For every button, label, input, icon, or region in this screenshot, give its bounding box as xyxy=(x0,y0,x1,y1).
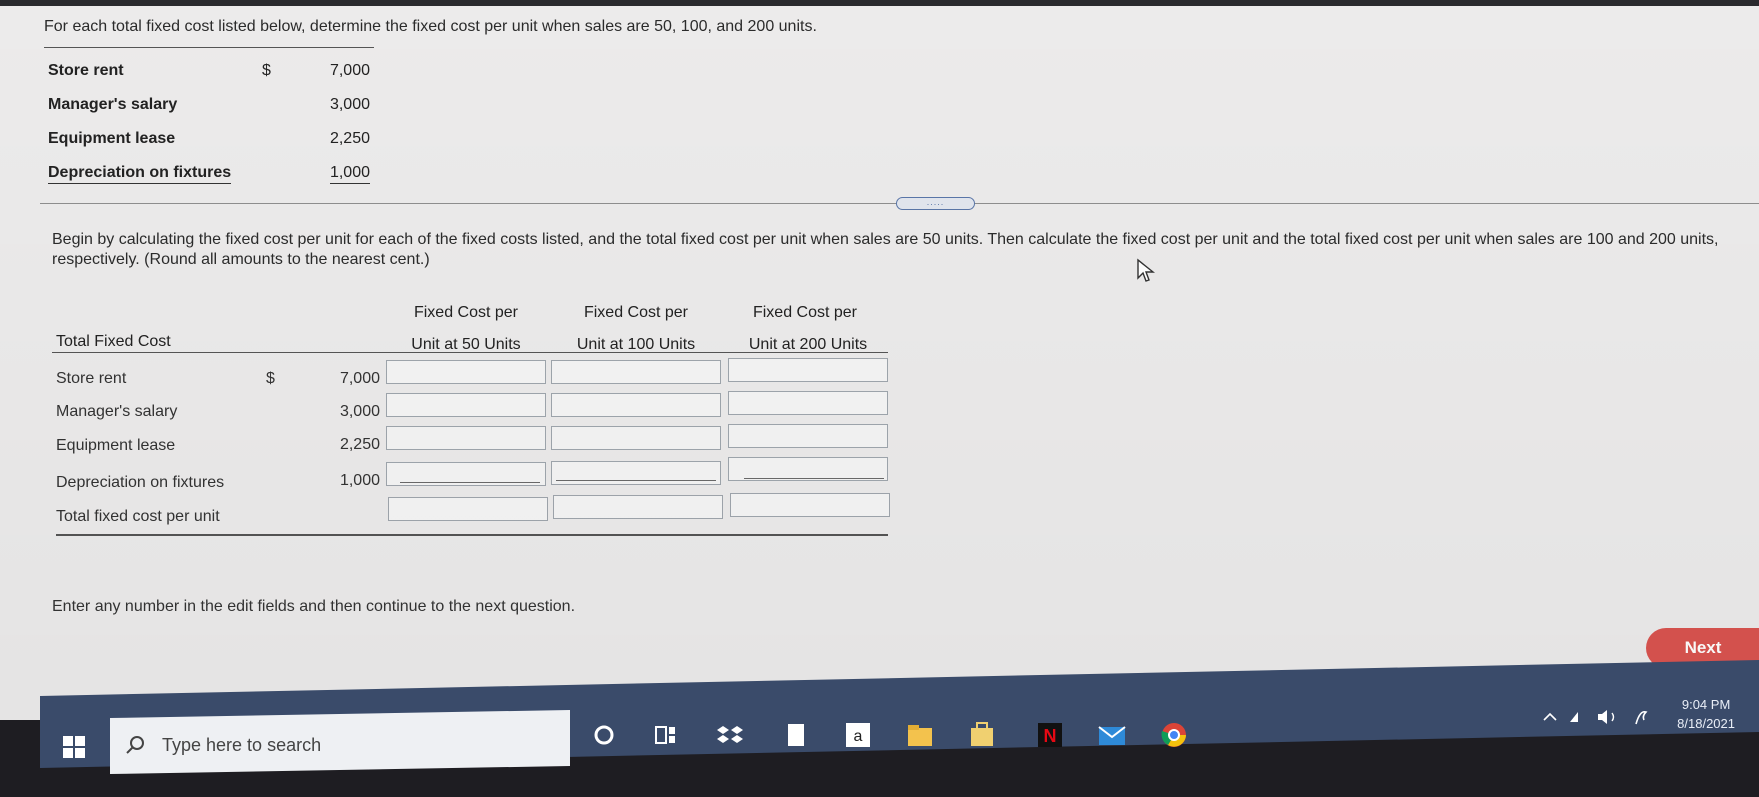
given-value: 3,000 xyxy=(329,96,370,113)
dropbox-icon[interactable] xyxy=(716,722,744,748)
mail-icon[interactable] xyxy=(1098,722,1126,748)
col-header-50-line1: Fixed Cost per xyxy=(413,304,519,321)
header-rule xyxy=(52,352,888,353)
file-explorer-icon[interactable] xyxy=(906,722,934,748)
mouse-cursor-icon xyxy=(1137,258,1155,282)
instructions-text: Begin by calculating the fixed cost per … xyxy=(52,231,1719,268)
netflix-icon[interactable]: N xyxy=(1036,722,1064,748)
subtotal-rule xyxy=(744,478,884,479)
clock-time: 9:04 PM xyxy=(1681,697,1731,712)
row-label-equipment-lease: Equipment lease xyxy=(56,437,176,454)
input-store-rent-200[interactable] xyxy=(728,358,888,382)
input-equipment-lease-100[interactable] xyxy=(551,426,721,450)
input-equipment-lease-50[interactable] xyxy=(386,426,546,450)
input-managers-salary-200[interactable] xyxy=(728,391,888,415)
row-value-depreciation: 1,000 xyxy=(339,472,380,489)
given-label: Manager's salary xyxy=(48,96,178,113)
given-label: Depreciation on fixtures xyxy=(48,164,232,184)
input-equipment-lease-200[interactable] xyxy=(728,424,888,448)
col-header-200-line1: Fixed Cost per xyxy=(752,304,858,321)
footer-note: Enter any number in the edit fields and … xyxy=(52,598,576,615)
top-edge xyxy=(0,0,1759,6)
input-store-rent-50[interactable] xyxy=(386,360,546,384)
given-label: Store rent xyxy=(48,62,124,79)
col-header-100-line1: Fixed Cost per xyxy=(583,304,689,321)
chrome-icon[interactable] xyxy=(1160,722,1188,748)
file-icon[interactable] xyxy=(782,722,810,748)
subtotal-rule xyxy=(556,480,716,481)
input-managers-salary-100[interactable] xyxy=(551,393,721,417)
given-costs-table: Store rent $ 7,000 Manager's salary 3,00… xyxy=(44,47,374,184)
system-clock[interactable]: 9:04 PM 8/18/2021 xyxy=(1677,697,1735,731)
given-row-depreciation: Depreciation on fixtures 1,000 xyxy=(44,150,374,184)
search-icon xyxy=(126,736,144,754)
app-screen: For each total fixed cost listed below, … xyxy=(0,0,1759,720)
svg-text:a: a xyxy=(854,728,863,745)
windows-start-icon[interactable] xyxy=(62,735,86,759)
input-total-50[interactable] xyxy=(388,497,548,521)
input-total-100[interactable] xyxy=(553,495,723,519)
question-prompt: For each total fixed cost listed below, … xyxy=(44,18,817,35)
given-value: 7,000 xyxy=(329,62,370,79)
total-row-label: Total fixed cost per unit xyxy=(56,508,220,525)
task-view-icon[interactable] xyxy=(652,722,680,748)
input-depreciation-100[interactable] xyxy=(551,461,721,485)
cortana-icon[interactable] xyxy=(590,722,618,748)
currency-symbol: $ xyxy=(262,62,271,79)
divider-handle[interactable]: ..... xyxy=(896,197,975,210)
given-label: Equipment lease xyxy=(48,130,176,147)
given-value: 2,250 xyxy=(329,130,370,147)
row-value-store-rent: 7,000 xyxy=(339,370,380,387)
input-managers-salary-50[interactable] xyxy=(386,393,546,417)
input-store-rent-100[interactable] xyxy=(551,360,721,384)
given-value: 1,000 xyxy=(329,164,370,184)
given-row-managers-salary: Manager's salary 3,000 xyxy=(44,82,374,116)
total-rule xyxy=(56,534,888,536)
currency-symbol: $ xyxy=(266,370,275,387)
row-value-managers-salary: 3,000 xyxy=(339,403,380,420)
input-total-200[interactable] xyxy=(730,493,890,517)
subtotal-rule xyxy=(400,482,540,483)
given-row-store-rent: Store rent $ 7,000 xyxy=(44,48,374,82)
search-placeholder: Type here to search xyxy=(162,735,322,755)
row-label-depreciation: Depreciation on fixtures xyxy=(56,474,225,491)
row-value-equipment-lease: 2,250 xyxy=(339,436,380,453)
store-icon[interactable] xyxy=(968,722,996,748)
amazon-icon[interactable]: a xyxy=(844,722,872,748)
row-label-store-rent: Store rent xyxy=(56,370,127,387)
row-label-managers-salary: Manager's salary xyxy=(56,403,178,420)
system-tray-icons[interactable] xyxy=(1540,706,1660,728)
svg-text:N: N xyxy=(1044,726,1057,746)
total-fixed-cost-header: Total Fixed Cost xyxy=(56,333,171,350)
clock-date: 8/18/2021 xyxy=(1677,716,1735,731)
given-row-equipment-lease: Equipment lease 2,250 xyxy=(44,116,374,150)
